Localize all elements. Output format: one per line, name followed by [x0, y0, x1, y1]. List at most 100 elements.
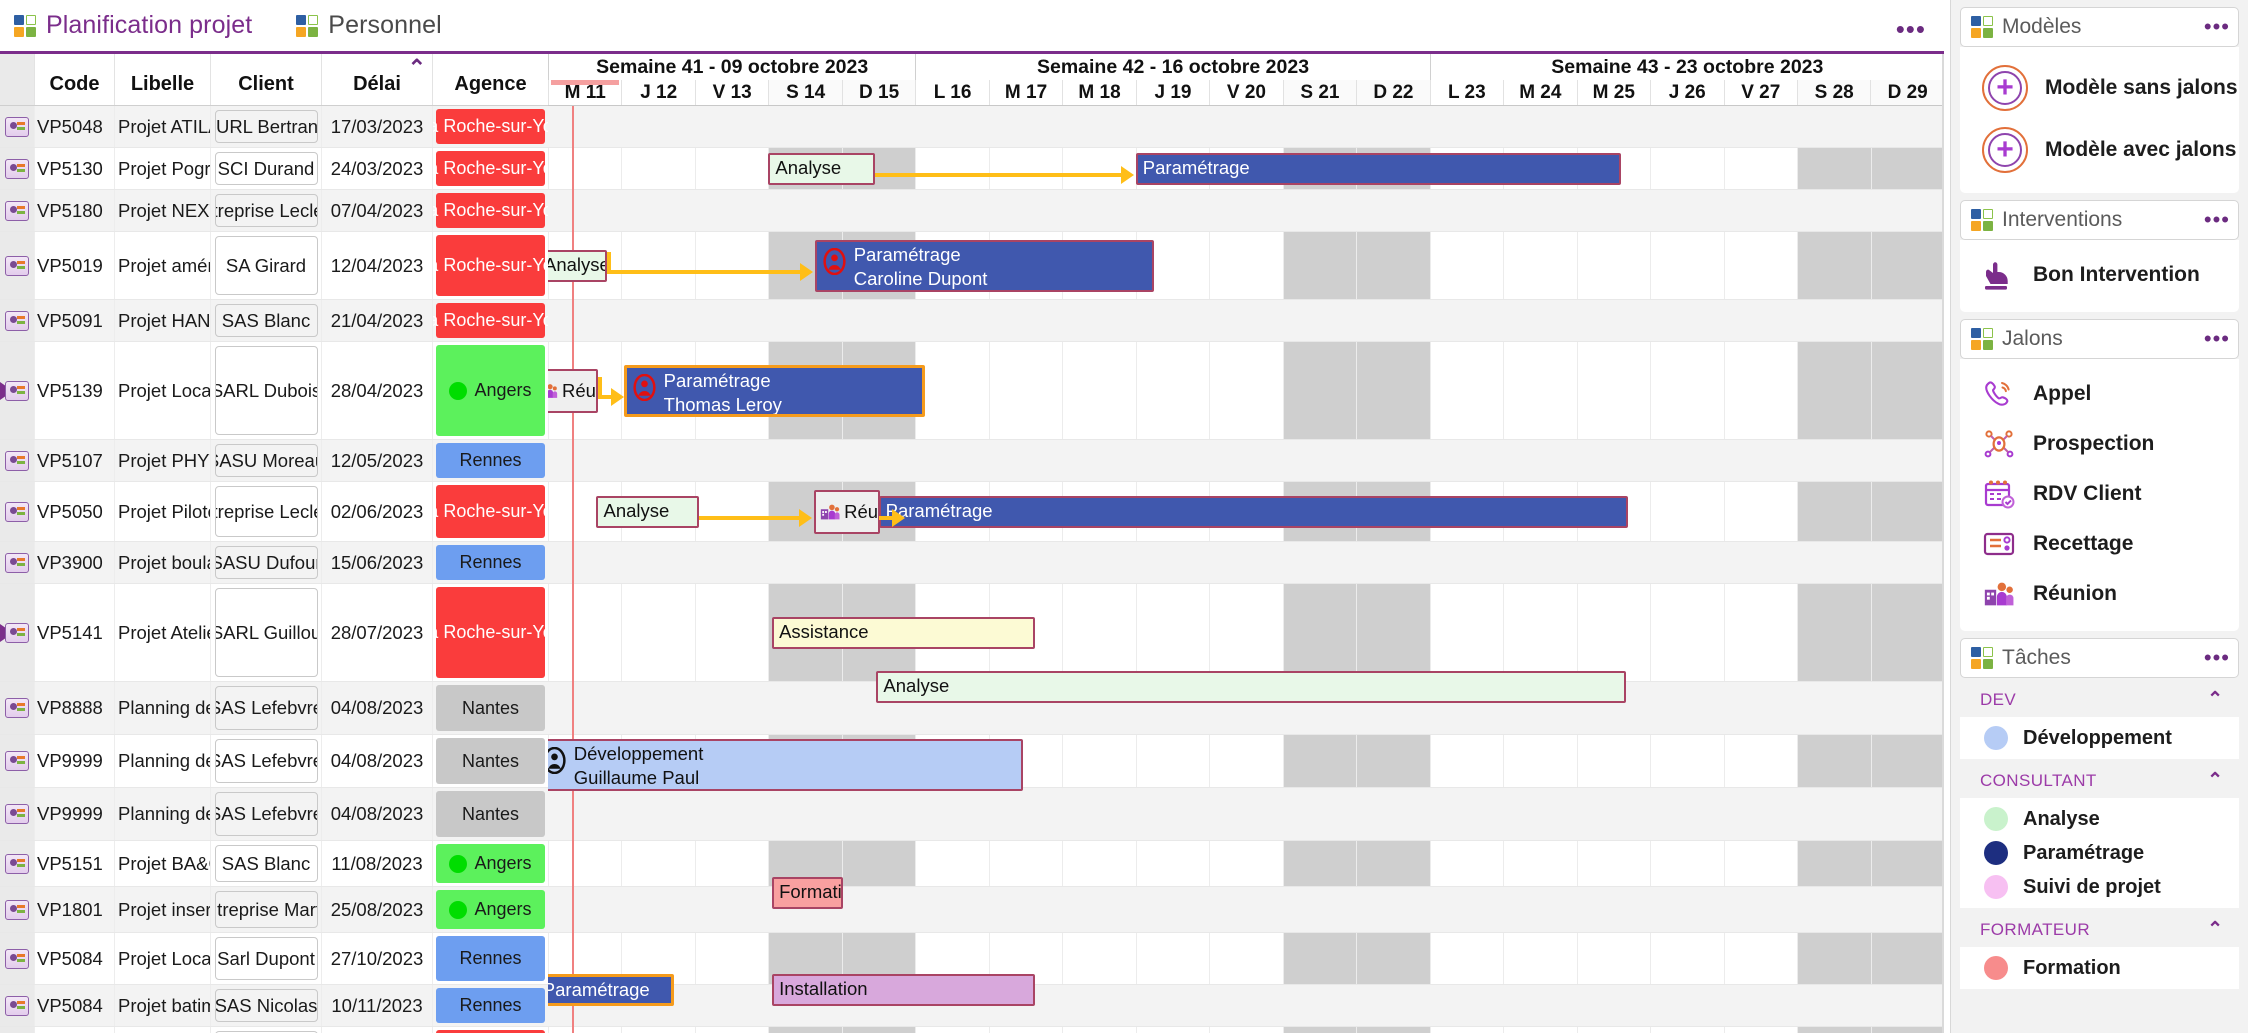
section-overflow-menu[interactable]: •••: [2204, 14, 2230, 40]
gantt-task-bar[interactable]: Analyse: [768, 153, 875, 185]
table-row[interactable]: VP8888Planning de laSAS Lefebvre04/08/20…: [0, 682, 548, 735]
gantt-task-bar[interactable]: Analyse: [596, 496, 700, 528]
panel-item-recettage[interactable]: Recettage: [1960, 519, 2239, 569]
gantt-task-bar[interactable]: Installation: [772, 974, 1036, 1007]
gantt-day-header-cell[interactable]: V 13: [694, 80, 768, 105]
table-row[interactable]: VP5048Projet ATILAEURL Bertrand17/03/202…: [0, 106, 548, 148]
gantt-day-header-cell[interactable]: L 16: [915, 80, 988, 105]
gantt-day-header-cell[interactable]: M 17: [988, 80, 1062, 105]
gantt-milestone[interactable]: Réu: [813, 490, 881, 534]
task-item-suivi-de-projet[interactable]: Suivi de projet: [1960, 870, 2239, 904]
table-row[interactable]: VP3900Projet boulangSASU Dufour15/06/202…: [0, 542, 548, 584]
chevron-up-icon[interactable]: ⌃: [2207, 688, 2223, 711]
gantt-task-label: Analyse: [883, 674, 950, 696]
task-group-header-dev[interactable]: DEV ⌃: [1960, 678, 2239, 717]
gantt-task-bar[interactable]: Paramétrage Thomas Leroy: [623, 365, 925, 417]
tabbar-overflow-menu[interactable]: •••: [1896, 14, 1926, 45]
gantt-dependency-arrow: [606, 263, 813, 281]
section-overflow-menu[interactable]: •••: [2204, 207, 2230, 233]
panel-item-prospection[interactable]: Prospection: [1960, 419, 2239, 469]
gantt-task-label: Paramétrage: [853, 244, 961, 265]
panel-item-appel[interactable]: Appel: [1960, 369, 2239, 419]
project-card-icon: [5, 899, 29, 920]
table-row[interactable]: VP5019Projet aménaSA Girard12/04/2023La …: [0, 232, 548, 300]
panel-item-rdv-client[interactable]: RDV Client: [1960, 469, 2239, 519]
column-header-agence[interactable]: Agence: [432, 54, 548, 105]
column-header-icon[interactable]: [0, 54, 34, 105]
gantt-day-header-cell[interactable]: S 28: [1796, 80, 1871, 105]
table-row[interactable]: VP9999Planning de laSAS Lefebvre04/08/20…: [0, 788, 548, 841]
row-type-icon-cell: [0, 342, 34, 439]
panel-section-header-interventions[interactable]: Interventions •••: [1960, 200, 2239, 240]
gantt-task-bar[interactable]: Paramétrage: [1135, 153, 1621, 185]
gantt-day-header-cell[interactable]: M 24: [1503, 80, 1576, 105]
gantt-task-bar[interactable]: Paramétrage: [548, 974, 675, 1007]
table-row[interactable]: VP5139Projet LocauxSARL Dubois28/04/2023…: [0, 342, 548, 440]
table-row[interactable]: VP5050Projet Pilote Dntreprise Lecler02/…: [0, 482, 548, 542]
table-row[interactable]: VP5084Projet Local pSarl Dupont27/10/202…: [0, 933, 548, 985]
gantt-day-header-cell[interactable]: D 22: [1356, 80, 1430, 105]
gantt-task-bar[interactable]: Formatio: [772, 876, 844, 909]
task-item-d-veloppement[interactable]: Développement: [1960, 721, 2239, 755]
panel-item-mod-le-avec-jalons[interactable]: Modèle avec jalons: [1960, 119, 2239, 181]
panel-item-r-union[interactable]: Réunion: [1960, 569, 2239, 619]
section-overflow-menu[interactable]: •••: [2204, 326, 2230, 352]
gantt-day-header-cell[interactable]: M 18: [1062, 80, 1135, 105]
gantt-day-header-cell[interactable]: S 21: [1282, 80, 1357, 105]
chevron-up-icon[interactable]: ⌃: [2207, 918, 2223, 941]
gantt-day-header-cell[interactable]: V 27: [1723, 80, 1797, 105]
gantt-day-header-cell[interactable]: M 25: [1576, 80, 1650, 105]
gantt-day-header-cell[interactable]: V 20: [1209, 80, 1282, 105]
gantt-task-bar[interactable]: Développement Guillaume Paul: [548, 739, 1024, 791]
panel-item-mod-le-sans-jalons[interactable]: Modèle sans jalons: [1960, 57, 2239, 119]
gantt-task-bar[interactable]: Assistance: [772, 617, 1036, 649]
tab-planification-projet[interactable]: Planification projet: [14, 0, 252, 51]
table-row[interactable]: VP9999Planning de laSAS Lefebvre04/08/20…: [0, 735, 548, 788]
gantt-task-bar[interactable]: Paramétrage: [878, 496, 1629, 528]
gantt-day-header-cell[interactable]: D 15: [841, 80, 916, 105]
task-group-header-consultant[interactable]: CONSULTANT ⌃: [1960, 759, 2239, 798]
table-row[interactable]: VP5107Projet PHYTALSASU Moreau12/05/2023…: [0, 440, 548, 482]
table-row[interactable]: [0, 1027, 548, 1033]
column-header-code[interactable]: Code: [34, 54, 114, 105]
table-row[interactable]: VP5141Projet AtelierSARL Guillou28/07/20…: [0, 584, 548, 682]
table-row[interactable]: VP5151Projet BA&COSAS Blanc11/08/2023 Ang…: [0, 841, 548, 887]
gantt-day-header-cell[interactable]: L 23: [1429, 80, 1503, 105]
tiles-icon: [1971, 209, 1993, 231]
panel-section-header-jalons[interactable]: Jalons •••: [1960, 319, 2239, 359]
task-item-param-trage[interactable]: Paramétrage: [1960, 836, 2239, 870]
gantt-milestone[interactable]: Réu: [548, 369, 598, 413]
panel-section-header-taches[interactable]: Tâches •••: [1960, 638, 2239, 678]
tab-personnel[interactable]: Personnel: [296, 0, 442, 51]
panel-section-header-modeles[interactable]: Modèles •••: [1960, 7, 2239, 47]
status-badge: La Roche-sur-Yon: [433, 485, 548, 538]
chevron-up-icon[interactable]: ⌃: [2207, 769, 2223, 792]
gantt-task-bar[interactable]: Analyse: [876, 670, 1626, 703]
sort-indicator-icon[interactable]: ⌃: [408, 55, 426, 81]
gantt-row-separator: [548, 932, 1944, 933]
gantt-body[interactable]: Analyse Paramétrage Analyse Paramétrage Caro…: [548, 106, 1944, 1033]
column-header-client[interactable]: Client: [210, 54, 321, 105]
table-row[interactable]: VP5180Projet NEXTOntreprise Lecler07/04/…: [0, 190, 548, 232]
gantt-day-header-cell[interactable]: J 19: [1135, 80, 1209, 105]
table-row[interactable]: VP5130Projet PogrèsSCI Durand24/03/2023L…: [0, 148, 548, 190]
task-item-formation[interactable]: Formation: [1960, 951, 2239, 985]
gantt-day-header-cell[interactable]: D 29: [1870, 80, 1944, 105]
table-row[interactable]: VP5091Projet HAND USAS Blanc21/04/2023La…: [0, 300, 548, 342]
gantt-day-header-cell[interactable]: J 26: [1650, 80, 1723, 105]
gantt-day-header-cell[interactable]: M 11: [548, 80, 621, 105]
task-item-analyse[interactable]: Analyse: [1960, 802, 2239, 836]
cell-libelle: Projet Pogrès: [114, 148, 210, 189]
task-group-header-formateur[interactable]: FORMATEUR ⌃: [1960, 908, 2239, 947]
section-overflow-menu[interactable]: •••: [2204, 645, 2230, 671]
row-type-icon-cell: [0, 148, 34, 189]
column-header-libelle[interactable]: Libelle: [114, 54, 210, 105]
gantt-task-bar[interactable]: Paramétrage Caroline Dupont: [814, 240, 1155, 292]
gantt-day-header-cell[interactable]: J 12: [621, 80, 694, 105]
table-row[interactable]: VP5084Projet batimeSAS Nicolas10/11/2023…: [0, 985, 548, 1027]
pane-divider[interactable]: [1942, 54, 1944, 1033]
gantt-day-header-cell[interactable]: S 14: [768, 80, 842, 105]
panel-item-bon-intervention[interactable]: Bon Intervention: [1960, 250, 2239, 300]
table-row[interactable]: VP1801Projet inserticntreprise Marti25/0…: [0, 887, 548, 933]
gantt-task-bar[interactable]: Analyse: [548, 250, 607, 282]
